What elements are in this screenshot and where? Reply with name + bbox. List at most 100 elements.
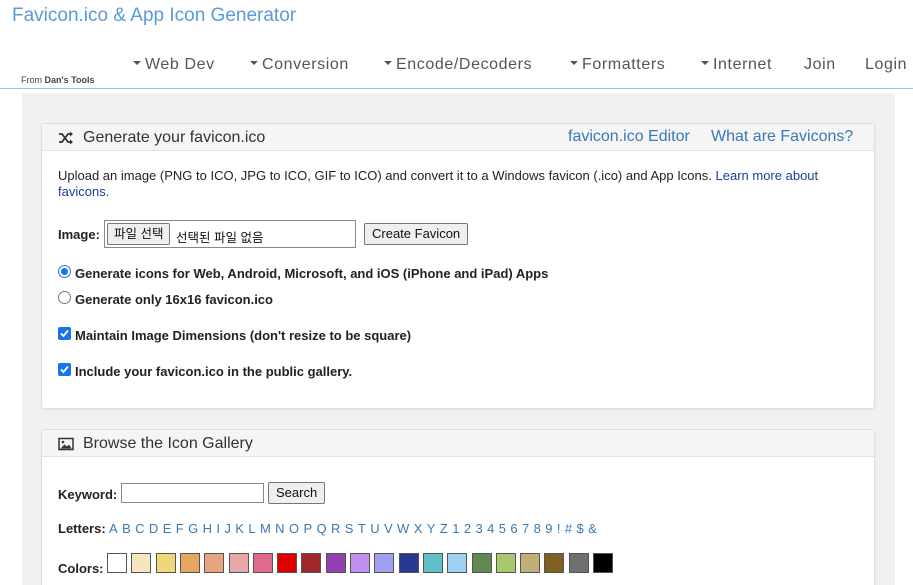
create-favicon-button[interactable]: Create Favicon [364,223,469,245]
keyword-input[interactable] [121,483,264,503]
letters-label: Letters: [58,521,106,536]
letter-link[interactable]: Z [440,521,448,536]
color-swatch[interactable] [520,553,541,573]
color-swatch[interactable] [277,553,298,573]
caret-down-icon [701,60,709,65]
nav-encode-decoders[interactable]: Encode/Decoders [384,56,532,74]
maintain-dimensions-label[interactable]: Maintain Image Dimensions (don't resize … [75,328,411,343]
nav-web-dev[interactable]: Web Dev [133,56,215,74]
letter-link[interactable]: O [289,521,299,536]
color-swatch[interactable] [107,553,127,573]
letter-link[interactable]: X [414,521,423,536]
header-divider [0,88,913,89]
letter-link[interactable]: 8 [534,521,541,536]
letter-link[interactable]: W [397,521,409,536]
letter-link[interactable]: # [565,521,572,536]
colors-label: Colors: [58,561,104,576]
letter-link[interactable]: H [203,521,213,536]
letter-link[interactable]: S [345,521,354,536]
color-swatch[interactable] [544,553,565,573]
caret-down-icon [250,60,258,65]
letter-link[interactable]: G [188,521,198,536]
letter-link[interactable]: K [235,521,244,536]
checkmark-icon [60,365,69,374]
color-swatch[interactable] [325,553,346,573]
nav-formatters[interactable]: Formatters [570,56,665,74]
letter-link[interactable]: V [384,521,393,536]
main-nav: Web Dev Conversion Encode/Decoders Forma… [0,56,913,76]
color-swatch[interactable] [131,553,152,573]
color-swatch[interactable] [228,553,249,573]
letter-link[interactable]: M [260,521,271,536]
site-title[interactable]: Favicon.ico & App Icon Generator [12,5,296,27]
letter-link[interactable]: Q [317,521,327,536]
what-are-favicons-link[interactable]: What are Favicons? [711,128,853,146]
nav-login[interactable]: Login [865,56,907,74]
letter-link[interactable]: L [248,521,255,536]
from-name[interactable]: Dan's Tools [45,75,95,85]
color-swatch[interactable] [204,553,225,573]
file-input[interactable]: 파일 선택 선택된 파일 없음 [104,220,356,248]
caret-down-icon [570,60,578,65]
color-swatch[interactable] [179,553,200,573]
letter-link[interactable]: R [331,521,341,536]
file-status: 선택된 파일 없음 [176,231,264,245]
all-icons-label[interactable]: Generate icons for Web, Android, Microso… [75,266,548,281]
letter-link[interactable]: $ [576,521,583,536]
generate-title: Generate your favicon.ico [83,129,266,146]
all-icons-radio[interactable] [58,265,71,278]
nav-conversion[interactable]: Conversion [250,56,349,74]
color-swatch[interactable] [568,553,589,573]
letter-link[interactable]: A [109,521,118,536]
caret-down-icon [133,60,141,65]
letter-link[interactable]: Y [427,521,436,536]
letter-link[interactable]: I [216,521,220,536]
letter-link[interactable]: ! [557,521,561,536]
only-16-label[interactable]: Generate only 16x16 favicon.ico [75,292,273,307]
maintain-dimensions-checkbox[interactable] [58,327,71,340]
letter-link[interactable]: D [149,521,159,536]
letter-link[interactable]: 4 [487,521,494,536]
letter-link[interactable]: N [275,521,285,536]
letter-link[interactable]: 7 [522,521,529,536]
generate-panel-header: Generate your favicon.ico favicon.ico Ed… [42,124,874,151]
letter-link[interactable]: 5 [499,521,506,536]
letter-link[interactable]: & [588,521,597,536]
only-16-radio[interactable] [58,291,71,304]
nav-internet[interactable]: Internet [701,56,772,74]
favicon-editor-link[interactable]: favicon.ico Editor [568,128,690,146]
letter-link[interactable]: T [358,521,366,536]
public-gallery-label[interactable]: Include your favicon.ico in the public g… [75,364,352,379]
color-swatch[interactable] [155,553,176,573]
color-swatch[interactable] [471,553,492,573]
color-swatch[interactable] [398,553,419,573]
keyword-label: Keyword: [58,487,118,502]
letter-link[interactable]: 9 [545,521,552,536]
letter-link[interactable]: 1 [452,521,459,536]
letter-link[interactable]: 2 [464,521,471,536]
letter-link[interactable]: 3 [475,521,482,536]
letter-link[interactable]: F [176,521,184,536]
color-swatch[interactable] [447,553,468,573]
color-swatch[interactable] [495,553,516,573]
intro-text: Upload an image (PNG to ICO, JPG to ICO,… [58,168,838,200]
letter-link[interactable]: 6 [510,521,517,536]
letter-link[interactable]: P [303,521,312,536]
letter-link[interactable]: B [122,521,131,536]
letter-link[interactable]: C [135,521,145,536]
color-swatch[interactable] [593,553,613,573]
generate-panel: Generate your favicon.ico favicon.ico Ed… [41,123,875,409]
public-gallery-checkbox[interactable] [58,363,71,376]
letter-link[interactable]: J [224,521,231,536]
color-swatch[interactable] [422,553,443,573]
letter-link[interactable]: E [163,521,172,536]
search-button[interactable]: Search [268,482,326,504]
nav-join[interactable]: Join [804,56,836,74]
color-swatch[interactable] [301,553,322,573]
choose-file-button[interactable]: 파일 선택 [107,223,171,245]
color-swatch[interactable] [350,553,370,573]
color-swatch[interactable] [252,553,273,573]
letter-link[interactable]: U [370,521,380,536]
image-icon [58,437,74,451]
color-swatch[interactable] [374,553,395,573]
